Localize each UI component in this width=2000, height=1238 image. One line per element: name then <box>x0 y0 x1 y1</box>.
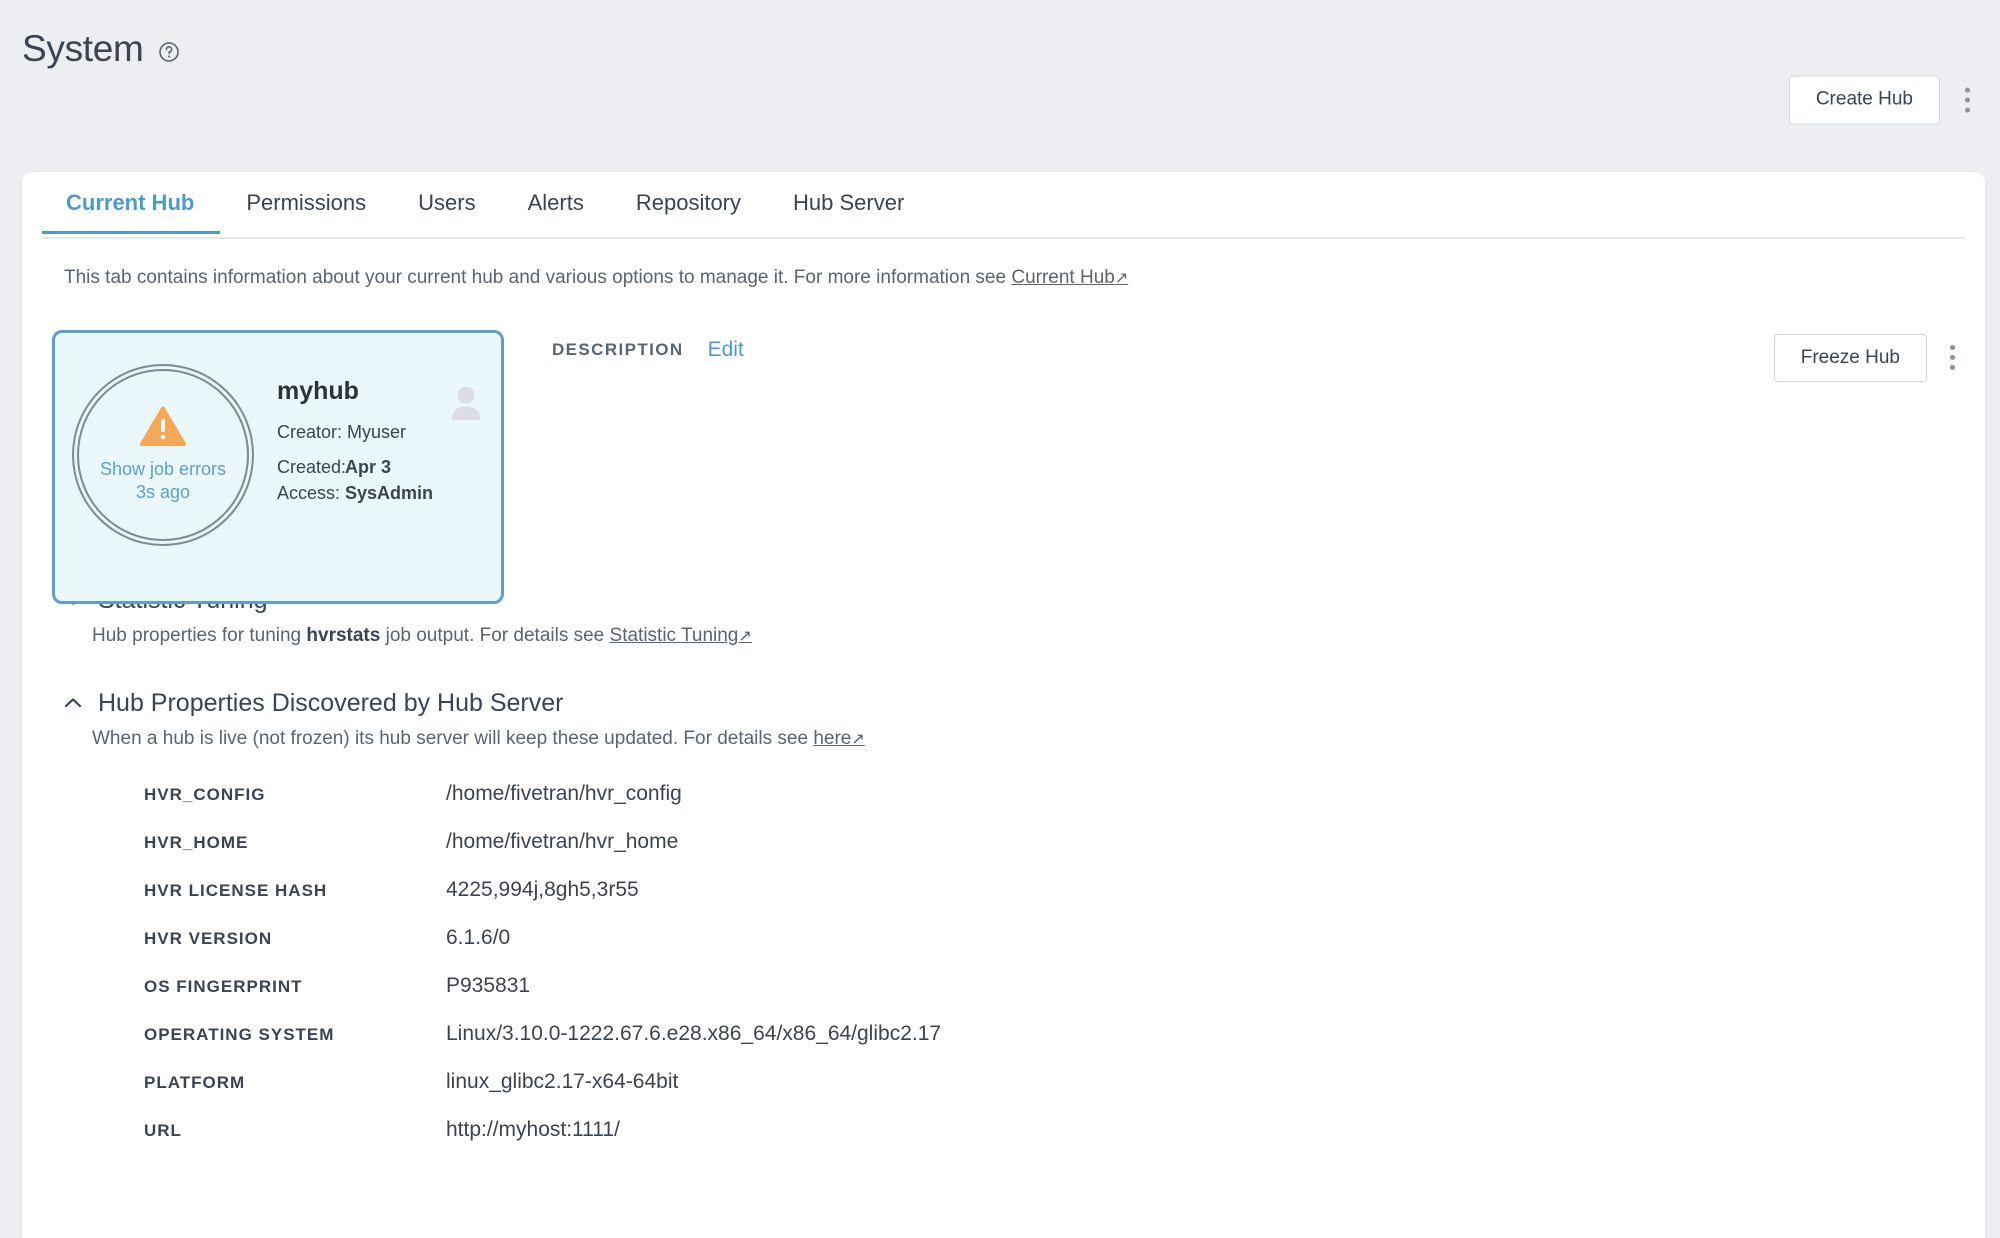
hub-property-key: PLATFORM <box>144 1073 446 1093</box>
hub-property-key: HVR VERSION <box>144 929 446 949</box>
section-hub-properties-header[interactable]: Hub Properties Discovered by Hub Server <box>64 689 1985 718</box>
hub-property-key: OS FINGERPRINT <box>144 977 446 997</box>
hub-property-row: HVR LICENSE HASH4225,994j,8gh5,3r55 <box>144 878 1985 926</box>
hub-properties-table: HVR_CONFIG/home/fivetran/hvr_configHVR_H… <box>144 782 1985 1166</box>
freeze-hub-button[interactable]: Freeze Hub <box>1774 334 1927 383</box>
header-more-vertical-icon[interactable] <box>1956 83 1978 117</box>
kebab-dot <box>1950 355 1955 360</box>
external-link-icon: ↗ <box>738 628 751 645</box>
tab-users[interactable]: Users <box>392 172 501 232</box>
hub-access-key: Access: <box>277 483 345 504</box>
hub-property-row: OS FINGERPRINTP935831 <box>144 974 1985 1022</box>
tab-permissions[interactable]: Permissions <box>220 172 392 232</box>
hub-access-row: Access: SysAdmin <box>277 483 477 504</box>
hub-more-vertical-icon[interactable] <box>1941 341 1963 375</box>
hub-property-key: OPERATING SYSTEM <box>144 1025 446 1045</box>
section-hub-properties-subtitle: When a hub is live (not frozen) its hub … <box>92 728 1985 750</box>
hub-property-key: HVR_CONFIG <box>144 785 446 805</box>
tab-hub-server[interactable]: Hub Server <box>767 172 930 232</box>
hub-property-value: http://myhost:1111/ <box>446 1118 620 1142</box>
tab-alerts[interactable]: Alerts <box>502 172 610 232</box>
tab-current-hub[interactable]: Current Hub <box>42 172 220 232</box>
kebab-dot <box>1965 97 1970 102</box>
hub-property-value: Linux/3.10.0-1222.67.6.e28.x86_64/x86_64… <box>446 1022 941 1046</box>
hub-property-value: /home/fivetran/hvr_config <box>446 782 682 806</box>
description-label: DESCRIPTION <box>552 340 684 360</box>
kebab-dot <box>1965 107 1970 112</box>
stat-sub-prefix: Hub properties for tuning <box>92 625 306 646</box>
stat-sub-mid: job output. For details see <box>380 625 609 646</box>
header-actions: Create Hub <box>1789 76 1978 125</box>
statistic-tuning-doc-link[interactable]: Statistic Tuning↗ <box>610 625 752 646</box>
hub-property-value: 4225,994j,8gh5,3r55 <box>446 878 639 902</box>
hub-property-key: HVR LICENSE HASH <box>144 881 446 901</box>
external-link-icon: ↗ <box>851 731 864 748</box>
tab-repository[interactable]: Repository <box>610 172 767 232</box>
show-job-errors-link[interactable]: Show job errors 3s ago <box>100 458 226 503</box>
hub-created-row: Created: Apr 3 <box>277 457 477 478</box>
hub-created-value: Apr 3 <box>345 457 391 478</box>
content-card: Current Hub Permissions Users Alerts Rep… <box>22 172 1985 1238</box>
hub-property-value: P935831 <box>446 974 530 998</box>
hub-property-row: HVR_HOME/home/fivetran/hvr_home <box>144 830 1985 878</box>
hub-card[interactable]: Show job errors 3s ago myhub Creator: My… <box>52 330 504 604</box>
current-hub-doc-link[interactable]: Current Hub↗ <box>1011 267 1128 288</box>
show-job-errors-timestamp: 3s ago <box>100 481 226 504</box>
hub-created-key: Created: <box>277 457 345 478</box>
hub-property-key: URL <box>144 1121 446 1141</box>
kebab-dot <box>1950 365 1955 370</box>
edit-description-link[interactable]: Edit <box>708 338 744 362</box>
hub-summary-row: Show job errors 3s ago myhub Creator: My… <box>22 316 1985 546</box>
hub-property-row: OPERATING SYSTEMLinux/3.10.0-1222.67.6.e… <box>144 1022 1985 1070</box>
hub-properties-doc-link[interactable]: here↗ <box>813 728 864 749</box>
hub-property-value: 6.1.6/0 <box>446 926 510 950</box>
hub-status-circle[interactable]: Show job errors 3s ago <box>77 369 249 541</box>
hub-access-value: SysAdmin <box>345 483 433 504</box>
hub-property-row: URLhttp://myhost:1111/ <box>144 1118 1985 1166</box>
show-job-errors-label: Show job errors <box>100 458 226 481</box>
user-avatar-icon <box>449 385 483 426</box>
section-statistic-tuning-subtitle: Hub properties for tuning hvrstats job o… <box>92 625 1985 647</box>
hub-property-key: HVR_HOME <box>144 833 446 853</box>
description-block: DESCRIPTION Edit <box>552 338 744 362</box>
page-header: System Create Hub <box>0 0 2000 172</box>
hub-property-row: HVR_CONFIG/home/fivetran/hvr_config <box>144 782 1985 830</box>
stat-sub-bold: hvrstats <box>306 625 380 646</box>
hub-property-row: HVR VERSION6.1.6/0 <box>144 926 1985 974</box>
current-hub-doc-link-label: Current Hub <box>1011 267 1115 288</box>
hub-name: myhub <box>277 377 477 406</box>
hub-info: myhub Creator: Myuser Created: Apr 3 Acc… <box>277 377 477 509</box>
hub-property-value: /home/fivetran/hvr_home <box>446 830 678 854</box>
page-title-row: System <box>22 28 180 70</box>
warning-triangle-icon <box>140 406 186 452</box>
create-hub-button[interactable]: Create Hub <box>1789 76 1940 125</box>
hub-properties-doc-link-label: here <box>813 728 851 749</box>
help-circle-icon[interactable] <box>158 41 180 63</box>
section-hub-properties: Hub Properties Discovered by Hub Server … <box>64 689 1985 1166</box>
hubprops-sub-prefix: When a hub is live (not frozen) its hub … <box>92 728 813 749</box>
hub-property-row: PLATFORMlinux_glibc2.17-x64-64bit <box>144 1070 1985 1118</box>
chevron-up-icon[interactable] <box>64 697 82 709</box>
kebab-dot <box>1950 345 1955 350</box>
kebab-dot <box>1965 87 1970 92</box>
external-link-icon: ↗ <box>1115 270 1128 287</box>
statistic-tuning-doc-link-label: Statistic Tuning <box>610 625 739 646</box>
freeze-hub-actions: Freeze Hub <box>1774 334 1963 383</box>
section-hub-properties-title: Hub Properties Discovered by Hub Server <box>98 689 563 718</box>
hub-creator: Creator: Myuser <box>277 422 477 443</box>
tab-description-text: This tab contains information about your… <box>64 265 1985 292</box>
hub-property-value: linux_glibc2.17-x64-64bit <box>446 1070 678 1094</box>
intro-text: This tab contains information about your… <box>64 267 1011 288</box>
tab-bar: Current Hub Permissions Users Alerts Rep… <box>42 172 1965 239</box>
page-title: System <box>22 28 144 70</box>
